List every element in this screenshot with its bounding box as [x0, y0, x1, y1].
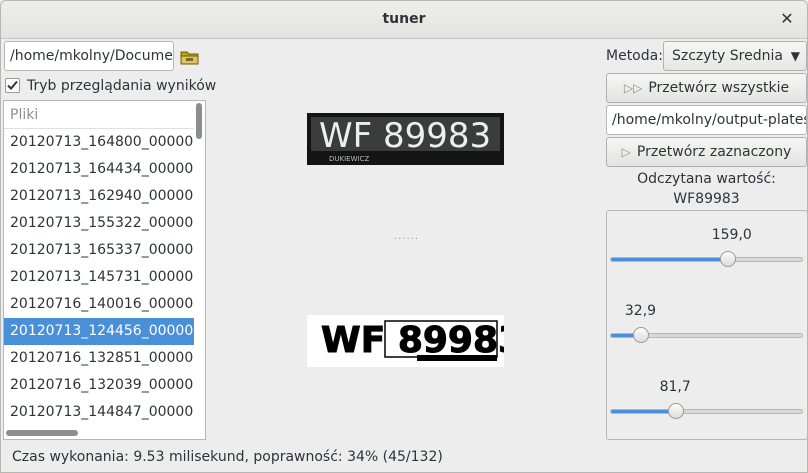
output-path-input[interactable]: /home/mkolny/output-plates — [606, 105, 807, 135]
plate-image: WF 89983 DUKIEWICZ — [307, 113, 504, 165]
list-item[interactable]: 20120713_155322_00000 — [4, 210, 194, 237]
slider-handle[interactable] — [719, 251, 736, 267]
read-value-label: Odczytana wartość: — [637, 171, 776, 187]
slider-track[interactable] — [610, 409, 803, 414]
title-bar: tuner ✕ — [1, 1, 807, 39]
list-item[interactable]: 20120716_132039_00000 — [4, 372, 194, 399]
slider-value: 81,7 — [659, 379, 691, 395]
slider-value: 32,9 — [624, 303, 657, 319]
read-value: WF89983 — [673, 191, 740, 207]
directory-path-input[interactable]: /home/mkolny/Documents — [4, 41, 174, 71]
plate-binary-image: WF 89983 — [307, 315, 524, 367]
slider-fill — [611, 258, 728, 261]
review-mode-label: Tryb przeglądania wyników — [27, 78, 217, 94]
vertical-scrollbar[interactable] — [196, 103, 202, 139]
chevron-down-icon: ▼ — [790, 49, 800, 63]
folder-icon[interactable] — [179, 45, 201, 69]
slider-track[interactable] — [610, 257, 803, 262]
list-item[interactable]: 20120713_124456_00000 — [4, 318, 194, 345]
close-icon[interactable]: ✕ — [777, 9, 797, 29]
list-item[interactable]: 20120713_144847_00000 — [4, 399, 194, 426]
slider-value: 159,0 — [711, 227, 752, 243]
sliders-panel: 159,0 32,9 81,7 — [606, 210, 808, 440]
separator-dots: ...... — [394, 231, 420, 242]
files-column-header[interactable]: Pliki — [4, 101, 194, 129]
window-title: tuner — [382, 11, 426, 27]
list-item[interactable]: 20120713_164800_00000 — [4, 129, 194, 156]
list-item[interactable]: 20120713_162940_00000 — [4, 183, 194, 210]
play-icon: ▷ — [621, 145, 631, 159]
list-item[interactable]: 20120716_132851_00000 — [4, 345, 194, 372]
list-item[interactable]: 20120713_164434_00000 — [4, 156, 194, 183]
process-all-button[interactable]: ▷▷ Przetwórz wszystkie — [606, 73, 807, 103]
method-select-value: Szczyty Srednia — [672, 48, 783, 64]
list-item[interactable]: 20120713_145731_00000 — [4, 264, 194, 291]
files-rows: 20120713_164800_00000 20120713_164434_000… — [4, 129, 194, 426]
checkbox-box[interactable] — [5, 78, 20, 93]
plate-footer-text: DUKIEWICZ — [329, 155, 369, 163]
files-list[interactable]: Pliki 20120713_164800_00000 20120713_1644… — [3, 100, 206, 440]
plate-text: WF 89983 — [319, 116, 491, 156]
method-label: Metoda: — [606, 48, 663, 64]
slider-fill — [611, 410, 676, 413]
status-text: Czas wykonania: 9.53 milisekund, poprawn… — [12, 449, 443, 465]
plate-bw-text: WF 89983 — [321, 320, 504, 361]
app-window: tuner ✕ /home/mkolny/Documents Tryb prze… — [0, 0, 808, 473]
process-selected-button[interactable]: ▷ Przetwórz zaznaczony — [606, 137, 807, 167]
process-all-label: Przetwórz wszystkie — [648, 80, 790, 96]
horizontal-scrollbar[interactable] — [6, 430, 78, 436]
method-select[interactable]: Szczyty Srednia ▼ — [663, 41, 807, 71]
slider-handle[interactable] — [632, 327, 649, 343]
process-selected-label: Przetwórz zaznaczony — [636, 144, 792, 160]
slider-handle[interactable] — [667, 403, 684, 419]
fast-forward-icon: ▷▷ — [623, 81, 643, 95]
checkmark-icon — [7, 80, 18, 90]
list-item[interactable]: 20120716_140016_00000 — [4, 291, 194, 318]
list-item[interactable]: 20120713_165337_00000 — [4, 237, 194, 264]
